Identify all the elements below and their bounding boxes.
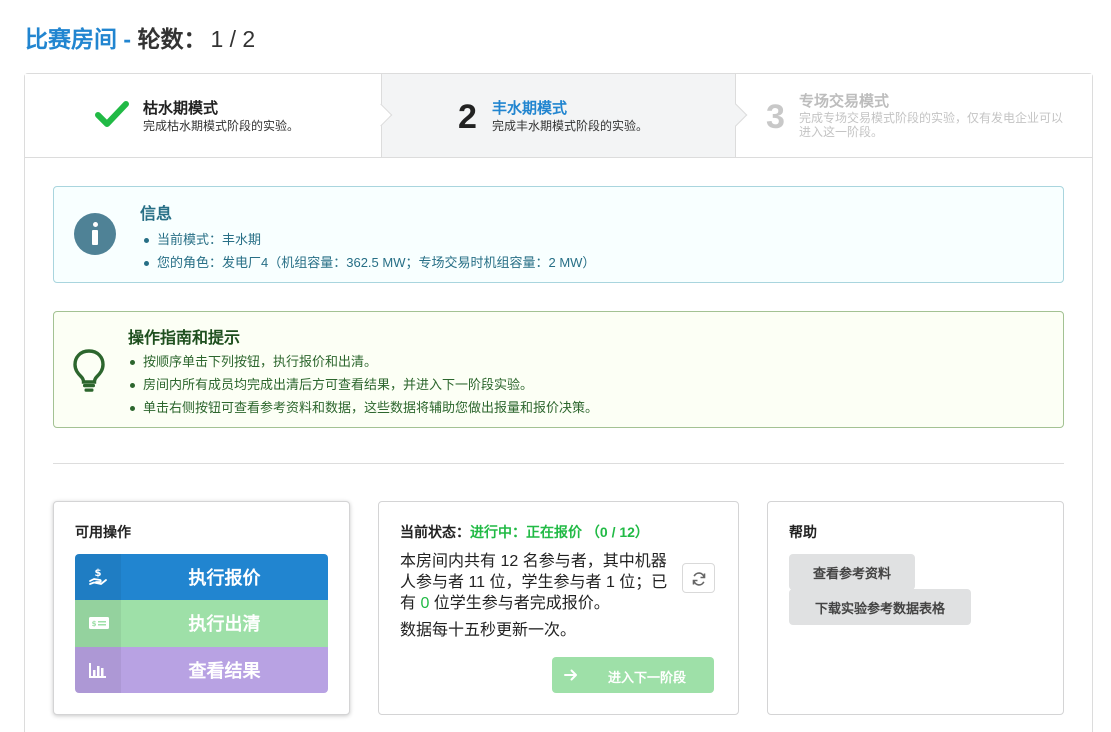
- svg-text:$: $: [95, 568, 102, 579]
- clear-market-label: 执行出清: [188, 614, 261, 635]
- info-item-mode: 当前模式：丰水期: [144, 228, 595, 251]
- operations-title: 可用操作: [75, 524, 131, 540]
- tips-item: 单击右侧按钮可查看参考资料和数据，这些数据将辅助您做出报量和报价决策。: [130, 396, 598, 419]
- bar-chart-icon: [89, 662, 106, 678]
- step-number: 2: [458, 98, 477, 136]
- room-panel: 枯水期模式 完成枯水期模式阶段的实验。 2 丰水期模式 完成丰水期模式阶段的实验…: [24, 73, 1093, 732]
- step-number: 3: [766, 98, 785, 136]
- arrow-right-icon: [564, 669, 577, 681]
- step-wet-season: 2 丰水期模式 完成丰水期模式阶段的实验。: [381, 74, 736, 157]
- clear-market-button[interactable]: $ 执行出清: [75, 600, 328, 647]
- help-card: 帮助 查看参考资料 下载实验参考数据表格: [767, 501, 1064, 715]
- page-title-room: 比赛房间: [25, 26, 117, 52]
- page-title-dash: -: [117, 26, 138, 52]
- operations-button-group: $ 执行报价 $ 执行出清 查看结果: [75, 554, 328, 693]
- step-title: 专场交易模式: [799, 93, 890, 110]
- status-card: 当前状态：进行中：正在报价 （0 / 12） 本房间内共有 12 名参与者，其中…: [378, 501, 739, 715]
- svg-text:$: $: [92, 620, 97, 628]
- tips-header: 操作指南和提示: [128, 330, 241, 347]
- info-header: 信息: [140, 206, 173, 223]
- step-special-trading: 3 专场交易模式 完成专场交易模式阶段的实验，仅有发电企业可以进入这一阶段。: [736, 74, 1092, 157]
- hand-dollar-icon: $: [89, 568, 107, 585]
- step-description: 完成枯水期模式阶段的实验。: [143, 119, 300, 133]
- download-data-button[interactable]: 下载实验参考数据表格: [789, 589, 971, 625]
- step-description: 完成专场交易模式阶段的实验，仅有发电企业可以进入这一阶段。: [799, 111, 1064, 139]
- status-value: 进行中：正在报价 （0 / 12）: [470, 524, 649, 540]
- step-indicator: 枯水期模式 完成枯水期模式阶段的实验。 2 丰水期模式 完成丰水期模式阶段的实验…: [25, 74, 1092, 158]
- refresh-button[interactable]: [682, 563, 715, 593]
- round-label: 轮数：: [137, 26, 207, 52]
- view-results-label: 查看结果: [188, 660, 261, 681]
- operations-card: 可用操作 $ 执行报价 $ 执行出清 查看结果: [53, 501, 350, 715]
- check-icon: [95, 101, 129, 127]
- round-value: 1 / 2: [210, 26, 256, 52]
- status-label: 当前状态：: [400, 524, 470, 540]
- info-message: 信息 当前模式：丰水期 您的角色：发电厂4（机组容量：362.5 MW；专场交易…: [53, 186, 1064, 283]
- participants-summary: 本房间内共有 12 名参与者，其中机器人参与者 11 位，学生参与者 1 位；已…: [400, 553, 668, 612]
- status-description: 本房间内共有 12 名参与者，其中机器人参与者 11 位，学生参与者 1 位；已…: [400, 551, 682, 641]
- help-title: 帮助: [789, 524, 817, 540]
- view-results-button[interactable]: 查看结果: [75, 646, 328, 693]
- next-stage-button[interactable]: 进入下一阶段: [552, 657, 714, 693]
- step-dry-season: 枯水期模式 完成枯水期模式阶段的实验。: [25, 74, 381, 157]
- next-stage-label: 进入下一阶段: [608, 670, 687, 685]
- submit-bid-label: 执行报价: [188, 568, 261, 589]
- status-title: 当前状态：进行中：正在报价 （0 / 12）: [400, 522, 649, 542]
- tips-item: 房间内所有成员均完成出清后方可查看结果，并进入下一阶段实验。: [130, 373, 598, 396]
- refresh-icon: [692, 572, 706, 586]
- tips-item: 按顺序单击下列按钮，执行报价和出清。: [130, 350, 598, 373]
- lightbulb-icon: [73, 349, 105, 392]
- section-divider: [53, 463, 1064, 464]
- info-list: 当前模式：丰水期 您的角色：发电厂4（机组容量：362.5 MW；专场交易时机组…: [144, 228, 595, 274]
- tips-list: 按顺序单击下列按钮，执行报价和出清。 房间内所有成员均完成出清后方可查看结果，并…: [130, 350, 598, 419]
- info-icon: [74, 213, 116, 255]
- step-title: 枯水期模式: [143, 100, 219, 117]
- money-bill-icon: $: [89, 617, 109, 630]
- info-item-role: 您的角色：发电厂4（机组容量：362.5 MW；专场交易时机组容量：2 MW）: [144, 251, 595, 274]
- refresh-note: 数据每十五秒更新一次。: [400, 622, 577, 639]
- step-description: 完成丰水期模式阶段的实验。: [492, 119, 649, 133]
- step-title: 丰水期模式: [492, 100, 568, 117]
- page-title: 比赛房间 - 轮数： 1 / 2: [25, 20, 255, 54]
- submit-bid-button[interactable]: $ 执行报价: [75, 554, 328, 601]
- tips-message: 操作指南和提示 按顺序单击下列按钮，执行报价和出清。 房间内所有成员均完成出清后…: [53, 311, 1064, 428]
- view-references-button[interactable]: 查看参考资料: [789, 554, 915, 590]
